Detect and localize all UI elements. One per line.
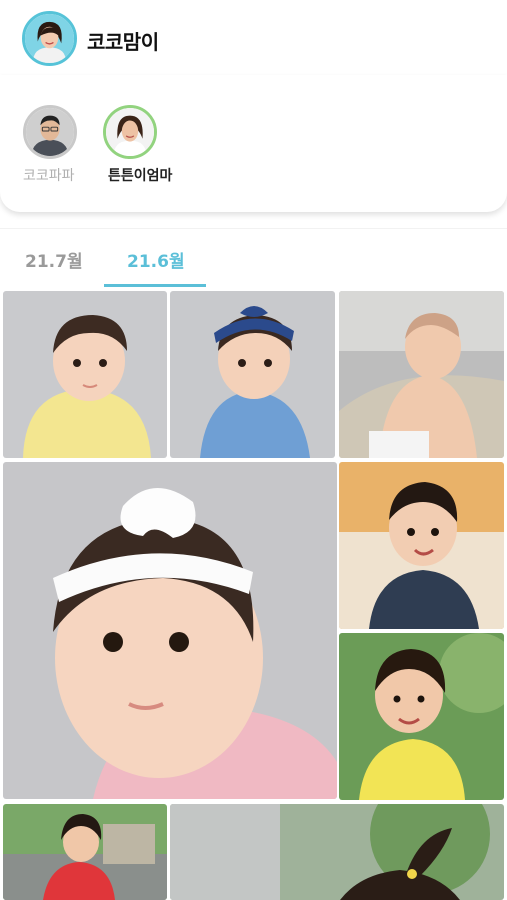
photo-baby-chair[interactable] — [339, 291, 504, 458]
member-item-dad[interactable]: 코코파파 — [23, 105, 103, 185]
dad-avatar-icon — [23, 105, 77, 159]
profile-avatar-icon[interactable] — [22, 11, 77, 66]
photo-baby-overalls-sofa[interactable] — [339, 462, 504, 629]
mom-avatar-icon — [103, 105, 157, 159]
tab-2021-06[interactable]: 21.6월 — [127, 247, 185, 272]
photo-child-outdoor-ponytail[interactable] — [170, 804, 504, 900]
app-header: 코코맘이 — [0, 0, 507, 75]
member-item-mom[interactable]: 튼튼이엄마 — [103, 105, 183, 185]
page-title: 코코맘이 — [87, 30, 159, 54]
photo-baby-yellow-shirt-outdoor[interactable] — [339, 633, 504, 800]
member-selector: 코코파파 튼튼이엄마 — [0, 75, 507, 212]
photo-toddler-red-outdoor[interactable] — [3, 804, 167, 900]
member-label-dad: 코코파파 — [23, 168, 75, 184]
photo-baby-yellow-top[interactable] — [3, 291, 167, 458]
month-tabs: 21.7월 21.6월 — [0, 228, 507, 290]
member-label-mom: 튼튼이엄마 — [108, 168, 173, 184]
photo-baby-blue-headband[interactable] — [170, 291, 335, 458]
selected-tab-indicator — [104, 284, 206, 287]
tab-2021-07[interactable]: 21.7월 — [25, 247, 83, 272]
photo-baby-white-bow-large[interactable] — [3, 462, 337, 799]
